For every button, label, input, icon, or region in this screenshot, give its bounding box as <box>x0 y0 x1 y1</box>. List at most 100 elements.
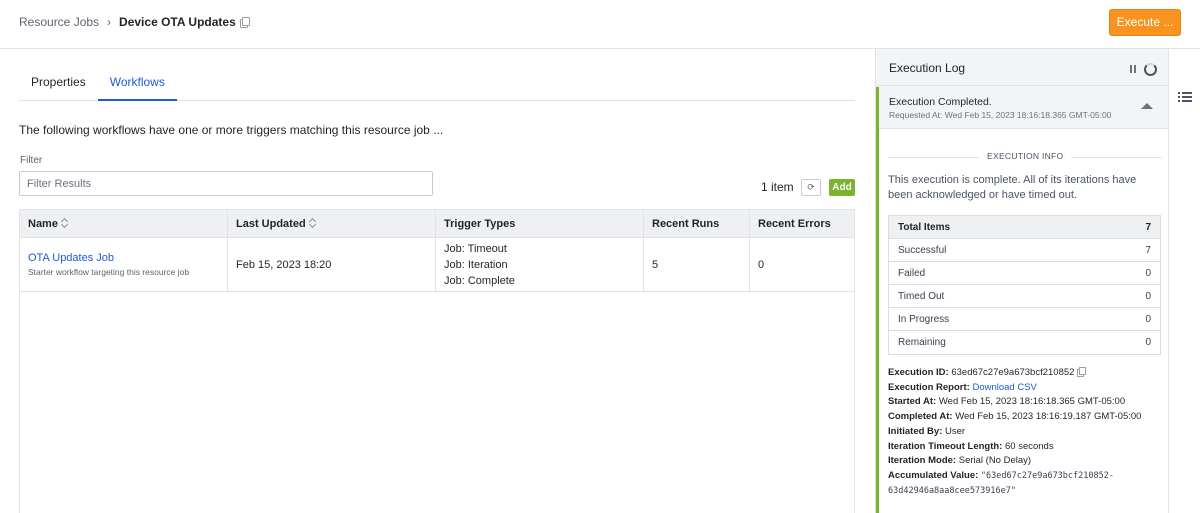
stat-label: Failed <box>898 267 926 279</box>
right-rail <box>1168 49 1200 513</box>
detail-value: Serial (No Delay) <box>958 455 1032 467</box>
detail-timeout-length: Iteration Timeout Length: 60 seconds <box>888 440 1166 455</box>
list-icon[interactable] <box>1178 91 1192 103</box>
detail-label: Execution Report: <box>888 381 970 393</box>
stat-row-in-progress: In Progress 0 <box>889 308 1160 331</box>
tab-properties[interactable]: Properties <box>19 69 98 101</box>
detail-label: Started At: <box>888 396 937 408</box>
sort-icon[interactable] <box>309 218 316 228</box>
execute-button[interactable]: Execute ... <box>1109 9 1181 36</box>
cell-trigger-types: Job: Timeout Job: Iteration Job: Complet… <box>436 238 644 291</box>
refresh-icon: ⟳ <box>807 182 815 192</box>
workflow-link[interactable]: OTA Updates Job <box>28 252 219 264</box>
column-header-label: Recent Errors <box>758 218 831 230</box>
detail-value: User <box>945 425 966 437</box>
stat-label: Timed Out <box>898 290 945 302</box>
stat-row-timed-out: Timed Out 0 <box>889 285 1160 308</box>
detail-label: Initiated By: <box>888 425 943 437</box>
breadcrumb: Resource Jobs › Device OTA Updates <box>19 15 250 29</box>
column-header-trigger-types: Trigger Types <box>436 210 644 237</box>
filter-input[interactable] <box>19 171 433 196</box>
workflow-description: Starter workflow targeting this resource… <box>28 267 190 277</box>
execution-log-title: Execution Log <box>889 61 966 75</box>
stat-value: 7 <box>1145 244 1151 256</box>
detail-label: Iteration Mode: <box>888 455 957 467</box>
stat-label: Successful <box>898 244 947 256</box>
execution-status-header[interactable]: Execution Completed. Requested At: Wed F… <box>879 87 1169 129</box>
trigger-type: Job: Iteration <box>444 258 508 271</box>
refresh-button[interactable]: ⟳ <box>801 179 821 196</box>
workflows-intro-text: The following workflows have one or more… <box>19 123 444 137</box>
trigger-type: Job: Complete <box>444 274 515 287</box>
breadcrumb-resource-jobs[interactable]: Resource Jobs <box>19 15 99 29</box>
stat-value: 7 <box>1145 221 1151 233</box>
column-header-recent-runs: Recent Runs <box>644 210 750 237</box>
accumulated-value-line: "63ed67c27e9a673bcf210852- <box>980 470 1114 481</box>
cell-last-updated: Feb 15, 2023 18:20 <box>228 238 436 291</box>
sort-icon[interactable] <box>61 218 68 228</box>
item-count: 1 item <box>761 180 794 194</box>
stat-value: 0 <box>1145 313 1151 325</box>
filter-label: Filter <box>20 155 43 166</box>
detail-value: 60 seconds <box>1005 440 1054 452</box>
list-icon-line <box>1182 96 1192 98</box>
detail-execution-id: Execution ID: 63ed67c27e9a673bcf210852 <box>888 366 1166 381</box>
column-header-label: Last Updated <box>236 218 306 230</box>
detail-started-at: Started At: Wed Feb 15, 2023 18:16:18.36… <box>888 395 1166 410</box>
execution-stats-table: Total Items 7 Successful 7 Failed 0 Timed O… <box>888 215 1161 355</box>
execution-log-panel: Execution Log Execution Completed. Reque… <box>875 49 1169 513</box>
pause-icon[interactable] <box>1130 65 1137 73</box>
tab-workflows[interactable]: Workflows <box>97 69 177 101</box>
main-content: Properties Workflows The following workf… <box>0 49 875 513</box>
table-row[interactable]: OTA Updates Job Starter workflow targeti… <box>20 238 854 292</box>
execution-info-heading: EXECUTION INFO <box>979 151 1072 161</box>
execution-id-value: 63ed67c27e9a673bcf210852 <box>951 367 1075 378</box>
workflows-table: Name Last Updated Trigger Types Recent R… <box>19 209 855 513</box>
detail-accumulated-value: Accumulated Value: "63ed67c27e9a673bcf21… <box>888 469 1166 484</box>
execution-log-header: Execution Log <box>876 49 1169 86</box>
stat-value: 0 <box>1145 337 1151 348</box>
column-header-label: Trigger Types <box>444 218 516 230</box>
stat-row-successful: Successful 7 <box>889 239 1160 262</box>
detail-execution-report: Execution Report: Download CSV <box>888 381 1166 396</box>
detail-iteration-mode: Iteration Mode: Serial (No Delay) <box>888 454 1166 469</box>
detail-accumulated-value-cont: 63d42946a8aa8cee573916e7" <box>888 484 1166 499</box>
breadcrumb-separator: › <box>107 15 112 29</box>
list-icon-line <box>1182 92 1192 94</box>
stat-value: 0 <box>1145 267 1151 279</box>
copy-icon[interactable] <box>1077 367 1087 377</box>
stat-row-total-items: Total Items 7 <box>889 216 1160 239</box>
column-header-name[interactable]: Name <box>20 210 228 237</box>
detail-label: Execution ID: <box>888 367 949 378</box>
cell-name: OTA Updates Job Starter workflow targeti… <box>20 238 228 291</box>
execution-details: Execution ID: 63ed67c27e9a673bcf210852 E… <box>888 366 1166 498</box>
execution-entry: Execution Completed. Requested At: Wed F… <box>876 87 1169 513</box>
stat-label: Total Items <box>898 221 951 233</box>
stat-label: Remaining <box>898 337 946 348</box>
stat-row-failed: Failed 0 <box>889 262 1160 285</box>
list-icon-bullet <box>1178 100 1180 102</box>
stat-label: In Progress <box>898 313 950 325</box>
page-title: Device OTA Updates <box>119 15 236 29</box>
loading-spinner-icon <box>1144 63 1157 76</box>
execution-status-title: Execution Completed. <box>889 96 992 108</box>
accumulated-value-line: 63d42946a8aa8cee573916e7" <box>888 485 1016 496</box>
copy-icon[interactable] <box>239 17 250 28</box>
stat-row-remaining: Remaining 0 <box>889 331 1160 354</box>
column-header-last-updated[interactable]: Last Updated <box>228 210 436 237</box>
trigger-type: Job: Timeout <box>444 242 507 255</box>
detail-value: Wed Feb 15, 2023 18:16:19.187 GMT-05:00 <box>955 411 1142 423</box>
detail-completed-at: Completed At: Wed Feb 15, 2023 18:16:19.… <box>888 410 1166 425</box>
detail-value: Wed Feb 15, 2023 18:16:18.365 GMT-05:00 <box>938 396 1126 408</box>
stat-value: 0 <box>1145 290 1151 302</box>
table-header: Name Last Updated Trigger Types Recent R… <box>20 210 854 238</box>
add-button[interactable]: Add <box>829 179 855 196</box>
download-csv-link[interactable]: Download CSV <box>972 382 1036 393</box>
cell-recent-runs: 5 <box>644 238 750 291</box>
list-icon-line <box>1182 100 1192 102</box>
column-header-label: Name <box>28 218 58 230</box>
detail-label: Iteration Timeout Length: <box>888 440 1003 452</box>
collapse-icon[interactable] <box>1141 103 1153 109</box>
top-bar: Resource Jobs › Device OTA Updates Execu… <box>0 0 1200 49</box>
list-icon-bullet <box>1178 92 1180 94</box>
